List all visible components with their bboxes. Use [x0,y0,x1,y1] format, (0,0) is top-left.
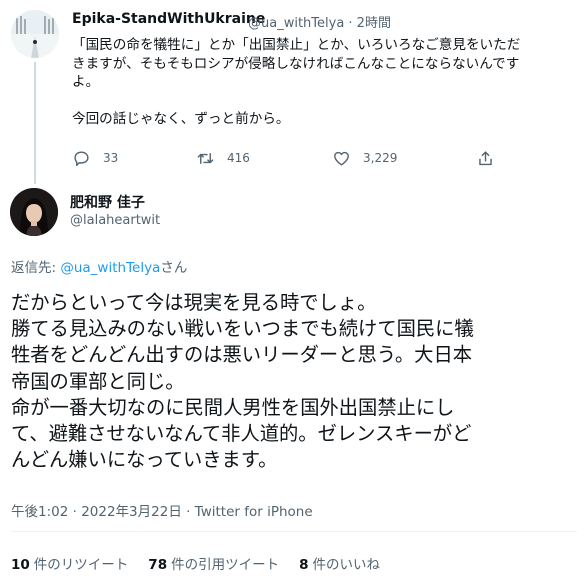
likes-num: 8 [299,557,309,573]
like-count: 3,229 [363,151,398,165]
retweet-icon [197,152,214,164]
thread-connector-line [34,62,36,184]
tweet-timestamp-source[interactable]: 午後1:02 · 2022年3月22日 · Twitter for iPhone [11,500,313,520]
retweets-num: 10 [11,557,30,573]
main-text-line: 牲者をどんどん出すのは悪いリーダーと思う。大日本 [11,343,473,367]
quotes-stat[interactable]: 78 件の引用ツイート [148,553,279,573]
likes-label: 件のいいね [312,557,381,573]
engagement-stats: 10 件のリツイート 78 件の引用ツイート 8 件のいいね [11,553,400,573]
reply-to-line: 返信先: @ua_withTelyaさん [11,256,187,276]
like-icon [334,151,349,166]
retweet-action[interactable]: 416 [196,148,250,168]
parent-text-line: 今回の話じゃなく、ずっと前から。 [72,110,290,127]
reply-icon [74,150,89,166]
main-text-line: 命が一番大切なのに民間人男性を国外出国禁止にし [11,395,455,419]
main-display-name[interactable]: 肥和野 佳子 [70,192,145,212]
parent-tweet-text: 「国民の命を犠牲に」とか「出国禁止」とか、いろいろなご意見をいただ きますが、そ… [72,36,572,128]
quotes-label: 件の引用ツイート [171,557,280,573]
share-action[interactable] [476,148,495,168]
share-icon [479,150,492,165]
quotes-num: 78 [148,557,168,573]
main-handle[interactable]: @lalaheartwit [70,213,160,228]
main-tweet-text: だからといって今は現実を見る時でしょ。 勝てる見込みのない戦いをいつまでも続けて… [11,290,586,473]
main-text-line: て、避難させないなんて非人道的。ゼレンスキーがど [11,422,472,446]
retweets-stat[interactable]: 10 件のリツイート [11,553,128,573]
retweet-count: 416 [227,151,250,165]
like-action[interactable]: 3,229 [332,148,397,168]
reply-to-suffix: さん [160,260,188,276]
likes-stat[interactable]: 8 件のいいね [299,553,380,573]
portrait-avatar-image [10,188,58,236]
parent-display-name[interactable]: Epika-StandWithUkraine [72,11,265,27]
main-text-line: 帝国の軍部と同じ。 [11,369,185,393]
reply-to-prefix: 返信先: [11,260,61,276]
reply-action[interactable]: 33 [72,148,118,168]
divider [11,531,577,532]
snow-landscape-avatar-image [11,10,59,58]
parent-text-line: 「国民の命を犠牲に」とか「出国禁止」とか、いろいろなご意見をいただ [72,37,521,53]
retweets-label: 件のリツイート [33,557,129,573]
reply-count: 33 [103,151,119,165]
main-text-line: 勝てる見込みのない戦いをいつまでも続けて国民に犠 [11,317,474,341]
reply-to-handle-link[interactable]: @ua_withTelya [60,260,160,276]
main-text-line: んどん嫌いになっていきます。 [11,448,278,472]
parent-text-line: よ。 [72,74,100,90]
parent-text-line: きますが、そもそもロシアが侵略しなければこんなことにならないんです [72,55,520,72]
main-text-line: だからといって今は現実を見る時でしょ。 [11,291,377,314]
avatar-hiwano[interactable] [10,188,58,236]
avatar-epika[interactable] [11,10,59,58]
parent-handle-time[interactable]: @ua_withTelya · 2時間 [248,12,391,31]
